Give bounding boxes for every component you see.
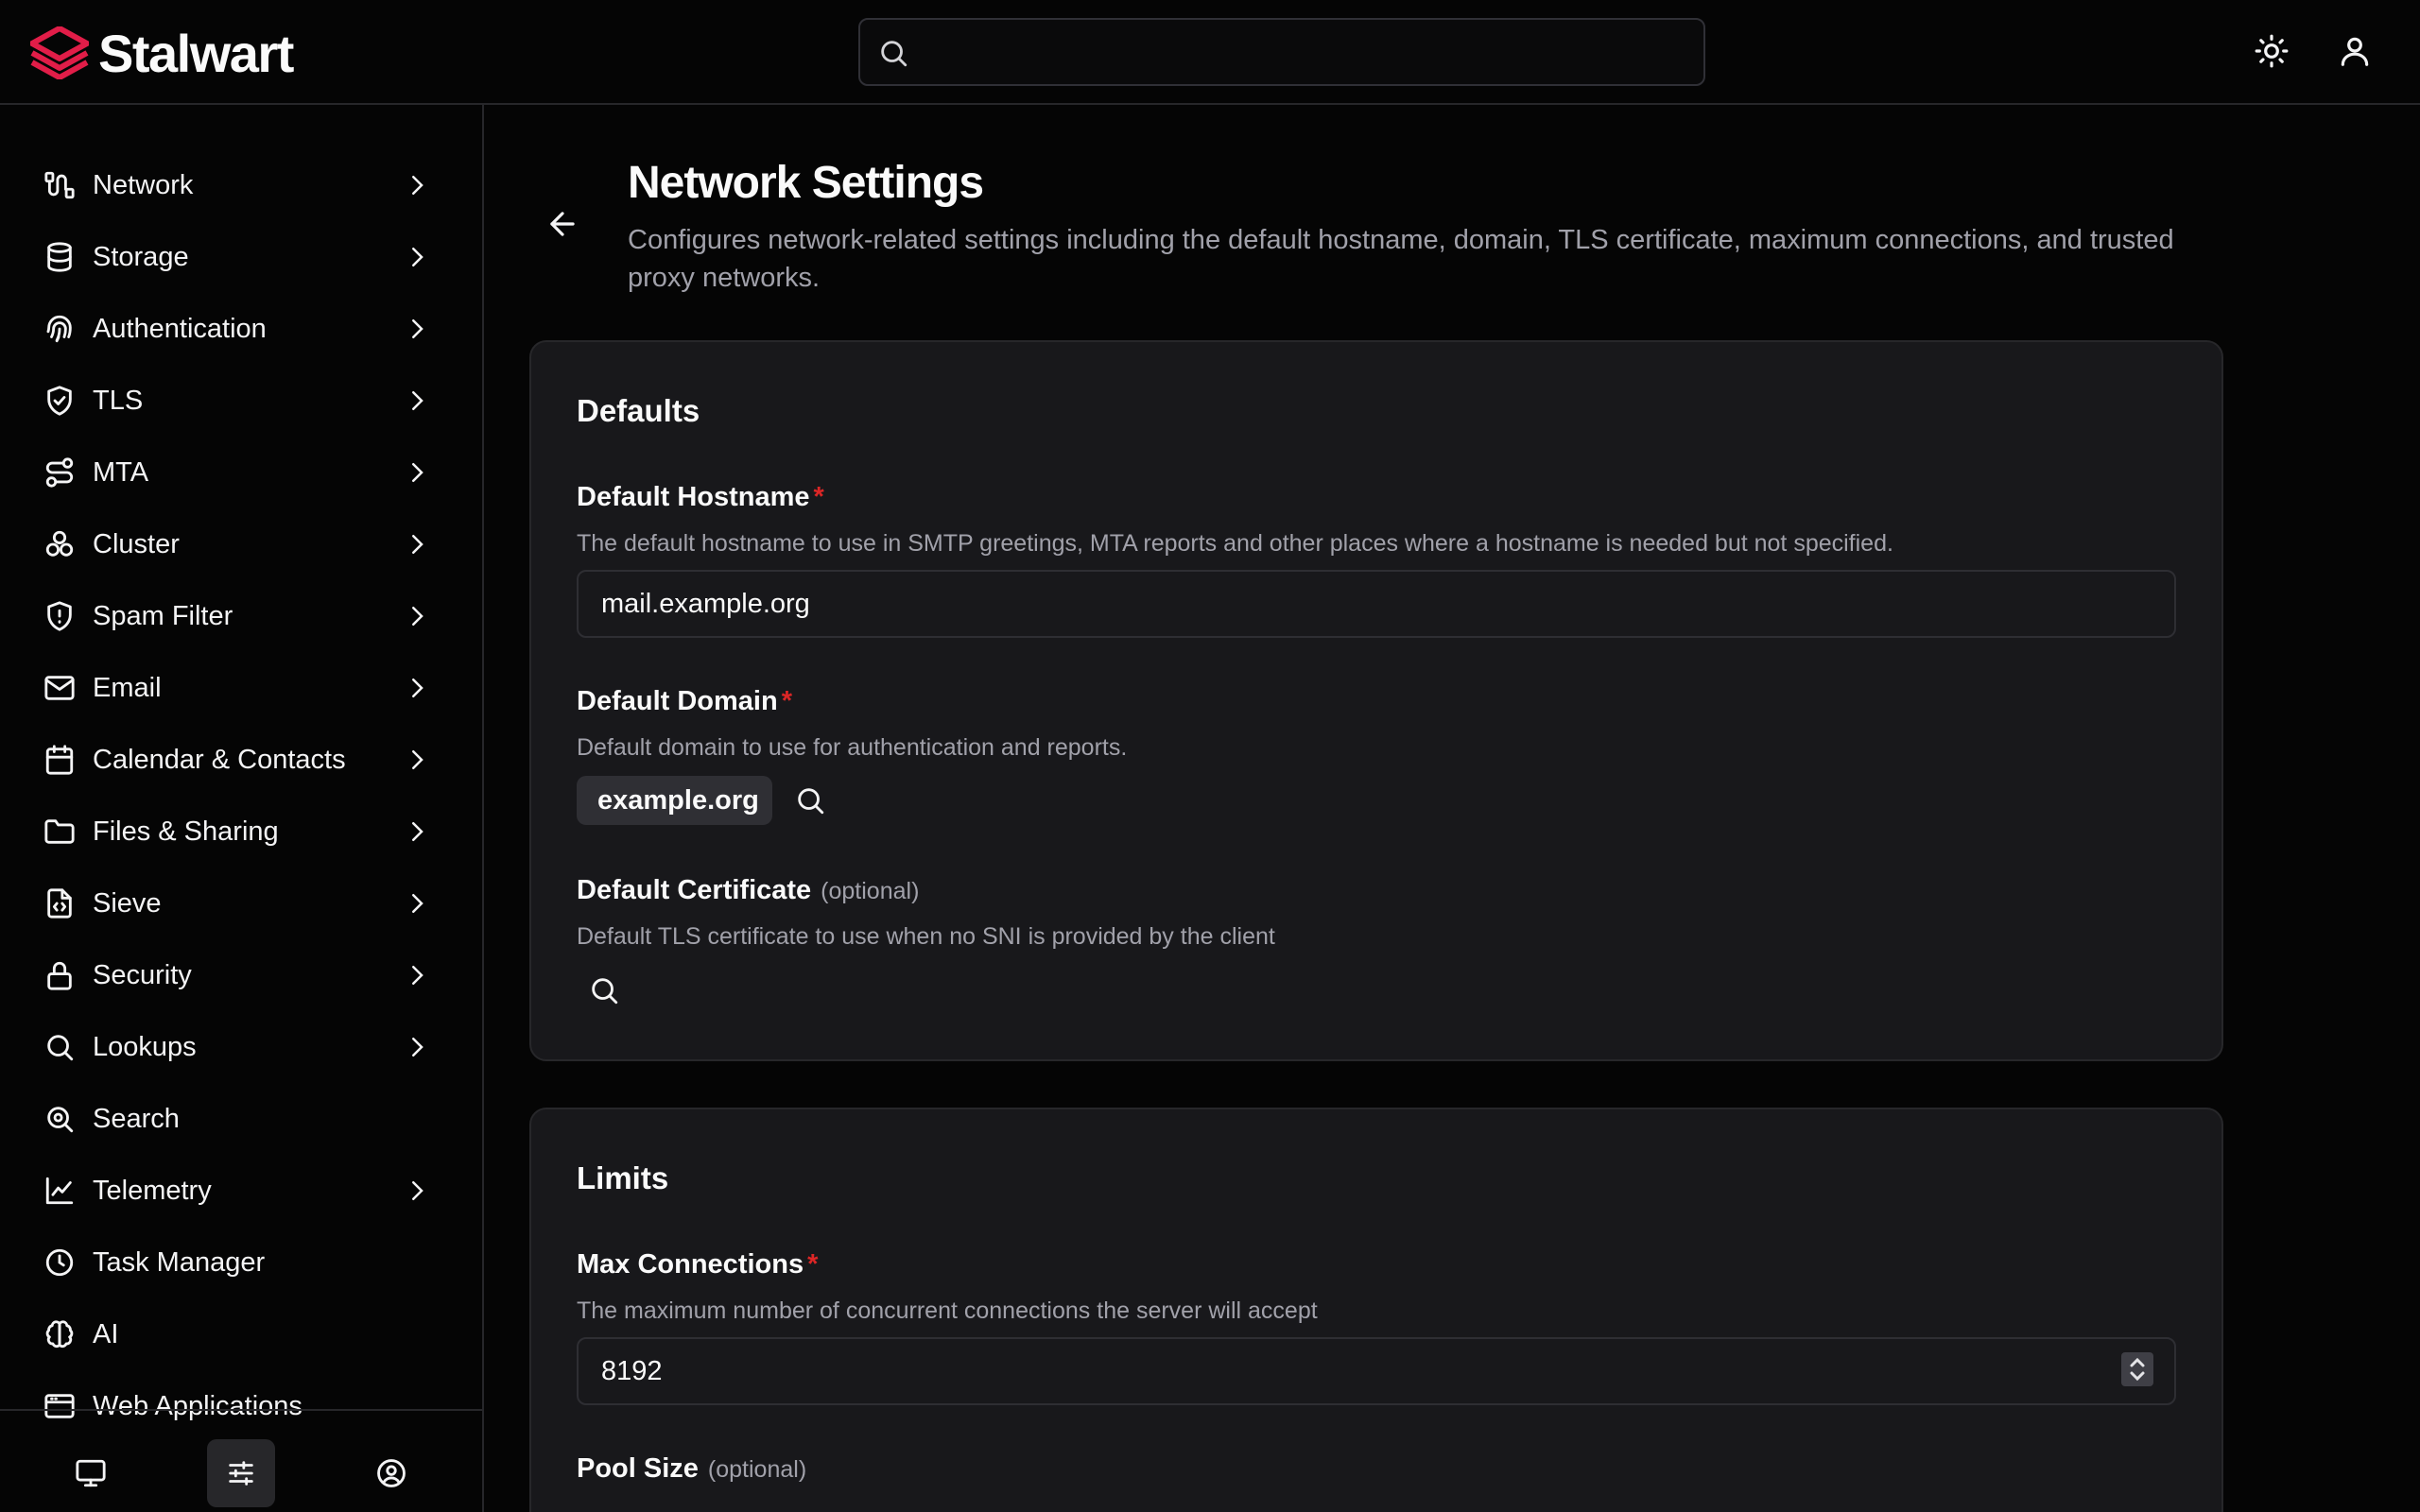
logo[interactable]: Stalwart [30,23,294,83]
sidebar-item-telemetry[interactable]: Telemetry [25,1161,441,1220]
clock-icon [43,1246,76,1279]
file-code-icon [43,887,76,919]
field-help: Default domain to use for authentication… [577,734,1128,761]
fingerprint-icon [43,313,76,345]
sidebar-item-network[interactable]: Network [25,156,441,215]
chevron-right-icon [403,674,431,702]
settings-sliders-icon [225,1457,257,1489]
sidebar-item-task-manager[interactable]: Task Manager [25,1233,441,1292]
chevron-right-icon [403,315,431,343]
chevron-right-icon [403,1033,431,1061]
sidebar-item-ai[interactable]: AI [25,1305,441,1364]
sidebar: Network Storage Authentication TLS MTA C… [0,105,484,1512]
chart-line-icon [43,1175,76,1207]
sidebar-item-security[interactable]: Security [25,946,441,1005]
chevron-right-icon [403,171,431,199]
field-help: Default TLS certificate to use when no S… [577,923,1275,950]
required-marker: * [813,482,824,512]
stalwart-logo-icon [30,26,89,79]
sidebar-item-email[interactable]: Email [25,659,441,717]
top-bar: Stalwart [0,0,2420,105]
sidebar-item-tls[interactable]: TLS [25,371,441,430]
chevron-right-icon [403,961,431,989]
chevron-right-icon [403,1177,431,1205]
sidebar-item-mta[interactable]: MTA [25,443,441,502]
settings-button[interactable] [207,1439,275,1507]
sidebar-item-search[interactable]: Search [25,1090,441,1148]
max-connections-input[interactable] [577,1337,2176,1405]
required-marker: * [807,1249,819,1280]
back-arrow-icon[interactable] [544,206,580,242]
sidebar-item-storage[interactable]: Storage [25,228,441,286]
account-button[interactable] [357,1439,425,1507]
search-icon[interactable] [588,974,620,1006]
brain-icon [43,1318,76,1350]
sidebar-footer [0,1409,482,1512]
search-icon [877,37,909,69]
required-marker: * [781,686,792,716]
chevron-right-icon [403,530,431,558]
max-connections-field [577,1337,2176,1405]
mail-icon [43,672,76,704]
card-title: Limits [577,1160,669,1195]
optional-tag: (optional) [707,1456,807,1483]
sidebar-item-files-sharing[interactable]: Files & Sharing [25,802,441,861]
sidebar-item-cluster[interactable]: Cluster [25,515,441,574]
folder-icon [43,816,76,848]
cluster-icon [43,528,76,560]
default-hostname-input[interactable] [577,570,2176,638]
defaults-card: Defaults Default Hostname * The default h… [529,340,2223,1061]
page-title: Network Settings [628,158,984,208]
sidebar-item-calendar-contacts[interactable]: Calendar & Contacts [25,730,441,789]
network-icon [43,169,76,201]
shield-check-icon [43,385,76,417]
chevron-right-icon [403,243,431,271]
account-circle-icon [375,1457,407,1489]
sidebar-item-lookups[interactable]: Lookups [25,1018,441,1076]
monitor-icon [75,1457,107,1489]
search-zoom-icon [43,1103,76,1135]
sidebar-item-spam-filter[interactable]: Spam Filter [25,587,441,645]
global-search[interactable] [858,18,1705,86]
lock-icon [43,959,76,991]
chevron-right-icon [403,602,431,630]
default-domain-chip[interactable]: example.org [577,776,772,825]
shield-alert-icon [43,600,76,632]
database-icon [43,241,76,273]
field-label-default-hostname: Default Hostname * [577,482,824,512]
field-help: The default hostname to use in SMTP gree… [577,530,1893,557]
chevron-right-icon [403,889,431,918]
field-label-default-certificate: Default Certificate (optional) [577,875,920,905]
chevron-right-icon [403,458,431,487]
number-stepper[interactable] [2121,1352,2153,1386]
card-title: Defaults [577,393,700,428]
sidebar-item-authentication[interactable]: Authentication [25,300,441,358]
field-label-pool-size: Pool Size (optional) [577,1453,807,1484]
route-icon [43,456,76,489]
field-label-default-domain: Default Domain * [577,686,792,716]
limits-card: Limits Max Connections * The maximum numb… [529,1108,2223,1512]
sidebar-item-sieve[interactable]: Sieve [25,874,441,933]
chevron-right-icon [403,746,431,774]
calendar-icon [43,744,76,776]
page-description: Configures network-related settings incl… [628,225,2174,293]
chevron-right-icon [403,387,431,415]
user-icon[interactable] [2337,33,2373,69]
search-input[interactable] [921,29,1677,75]
chevron-right-icon [403,817,431,846]
field-label-max-connections: Max Connections * [577,1249,819,1280]
sun-icon[interactable] [2254,33,2290,69]
search-icon[interactable] [794,784,826,816]
search-icon [43,1031,76,1063]
field-help: The maximum number of concurrent connect… [577,1297,1318,1324]
dashboard-button[interactable] [57,1439,125,1507]
logo-text: Stalwart [98,23,294,83]
optional-tag: (optional) [821,878,920,904]
